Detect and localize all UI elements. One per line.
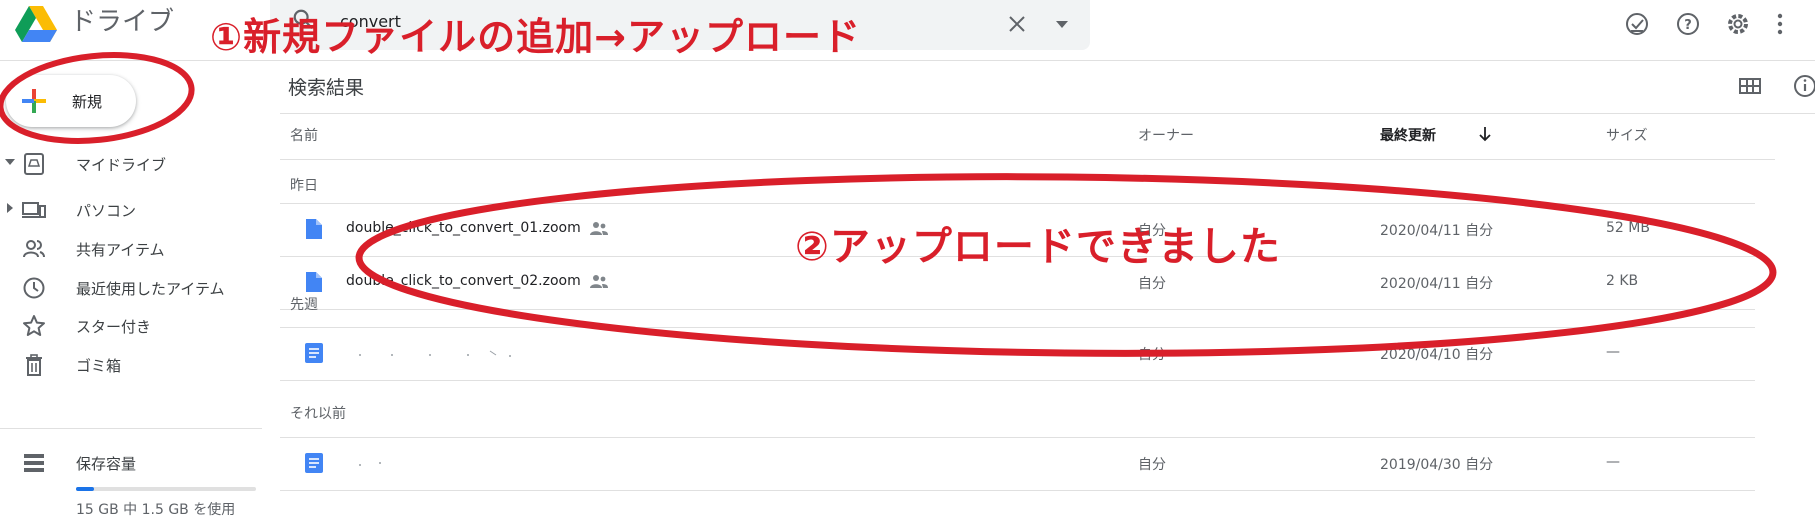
column-header-modified[interactable]: 最終更新 bbox=[1380, 125, 1436, 145]
new-button-label: 新規 bbox=[72, 93, 103, 111]
size-cell: 52 MB bbox=[1606, 220, 1650, 236]
clock-icon bbox=[23, 277, 45, 299]
column-header-owner[interactable]: オーナー bbox=[1138, 125, 1194, 145]
size-cell: — bbox=[1606, 344, 1620, 360]
info-icon[interactable] bbox=[1792, 73, 1815, 99]
sidebar-divider bbox=[0, 428, 262, 429]
trash-icon bbox=[26, 354, 42, 376]
chevron-down-icon[interactable] bbox=[1050, 12, 1074, 36]
modified-cell: 2019/04/30 自分 bbox=[1380, 457, 1494, 473]
owner-cell: 自分 bbox=[1138, 276, 1166, 292]
more-vert-icon[interactable] bbox=[1770, 10, 1790, 38]
gear-icon[interactable] bbox=[1724, 10, 1752, 38]
grid-view-icon[interactable] bbox=[1737, 73, 1763, 99]
table-row[interactable]: 自分 2020/04/10 自分 — bbox=[280, 328, 1755, 381]
sidebar-item-label: 最近使用したアイテム bbox=[76, 280, 225, 298]
storage-label: 保存容量 bbox=[76, 455, 137, 473]
column-header-name[interactable]: 名前 bbox=[290, 125, 318, 145]
size-cell: 2 KB bbox=[1606, 273, 1639, 289]
annotation-step2: ②アップロードできました bbox=[795, 224, 1281, 270]
help-icon[interactable]: ? bbox=[1674, 10, 1702, 38]
sidebar-item-storage[interactable]: 保存容量 bbox=[0, 443, 262, 483]
sidebar-item-shared[interactable]: 共有アイテム bbox=[0, 229, 262, 269]
file-icon bbox=[306, 219, 322, 239]
annotation-step1: ①新規ファイルの追加→アップロード bbox=[210, 15, 862, 59]
sidebar-item-label: パソコン bbox=[76, 202, 137, 220]
sidebar-item-label: ゴミ箱 bbox=[76, 357, 122, 375]
modified-cell: 2020/04/11 自分 bbox=[1380, 276, 1494, 292]
sidebar: 新規 マイドライブ パソコン 共有アイテム 最近使用したアイテム スター付き ゴ… bbox=[0, 61, 262, 521]
file-icon bbox=[306, 272, 322, 292]
modified-cell: 2020/04/11 自分 bbox=[1380, 223, 1494, 239]
section-label-yesterday: 昨日 bbox=[290, 178, 318, 194]
shared-people-icon bbox=[23, 240, 45, 258]
my-drive-icon bbox=[24, 153, 44, 175]
storage-usage-text: 15 GB 中 1.5 GB を使用 bbox=[76, 502, 236, 518]
column-header-divider bbox=[280, 159, 1775, 160]
owner-cell: 自分 bbox=[1138, 347, 1166, 363]
section-label-earlier: それ以前 bbox=[290, 406, 346, 422]
storage-bar-fill bbox=[76, 487, 94, 491]
table-row[interactable]: 自分 2019/04/30 自分 — bbox=[280, 438, 1755, 491]
section-label-last-week: 先週 bbox=[290, 297, 318, 313]
new-button[interactable]: 新規 bbox=[6, 75, 136, 127]
sidebar-item-label: マイドライブ bbox=[76, 156, 167, 174]
doc-icon bbox=[305, 343, 323, 363]
sidebar-item-computers[interactable]: パソコン bbox=[0, 190, 262, 230]
storage-icon bbox=[24, 454, 44, 472]
file-name: double_click_to_convert_02.zoom bbox=[346, 273, 581, 289]
modified-cell: 2020/04/10 自分 bbox=[1380, 347, 1494, 363]
drive-page: ドライブ convert ? 新規 マイドライブ パソコン 共有アイテム 最近使… bbox=[0, 0, 1815, 521]
size-cell: — bbox=[1606, 454, 1620, 470]
shared-people-icon bbox=[590, 275, 608, 288]
computer-icon bbox=[22, 202, 46, 218]
sidebar-item-label: スター付き bbox=[76, 318, 152, 336]
title-divider bbox=[280, 113, 1815, 114]
owner-cell: 自分 bbox=[1138, 457, 1166, 473]
star-icon bbox=[23, 315, 45, 336]
sidebar-item-trash[interactable]: ゴミ箱 bbox=[0, 345, 262, 385]
svg-text:?: ? bbox=[1684, 18, 1692, 33]
clear-icon[interactable] bbox=[1005, 12, 1029, 36]
redacted-file-name bbox=[359, 350, 511, 357]
sort-arrow-down-icon[interactable] bbox=[1476, 125, 1494, 143]
caret-down-icon[interactable] bbox=[4, 156, 16, 168]
doc-icon bbox=[305, 453, 323, 473]
column-header-size[interactable]: サイズ bbox=[1606, 125, 1648, 145]
shared-people-icon bbox=[590, 222, 608, 235]
caret-right-icon[interactable] bbox=[4, 202, 16, 214]
plus-icon bbox=[22, 89, 46, 113]
redacted-file-name bbox=[359, 462, 381, 466]
storage-bar bbox=[76, 487, 256, 491]
drive-logo-icon[interactable] bbox=[14, 4, 58, 44]
sidebar-item-starred[interactable]: スター付き bbox=[0, 306, 262, 346]
sidebar-item-my-drive[interactable]: マイドライブ bbox=[0, 144, 262, 184]
file-name: double_click_to_convert_01.zoom bbox=[346, 220, 581, 236]
app-title: ドライブ bbox=[70, 7, 175, 37]
sidebar-item-label: 共有アイテム bbox=[76, 241, 165, 259]
sidebar-item-recent[interactable]: 最近使用したアイテム bbox=[0, 268, 262, 308]
main-content: 検索結果 名前 オーナー 最終更新 サイズ 昨日 double_click_to… bbox=[280, 61, 1815, 521]
offline-check-icon[interactable] bbox=[1623, 10, 1651, 38]
page-title: 検索結果 bbox=[288, 77, 365, 99]
